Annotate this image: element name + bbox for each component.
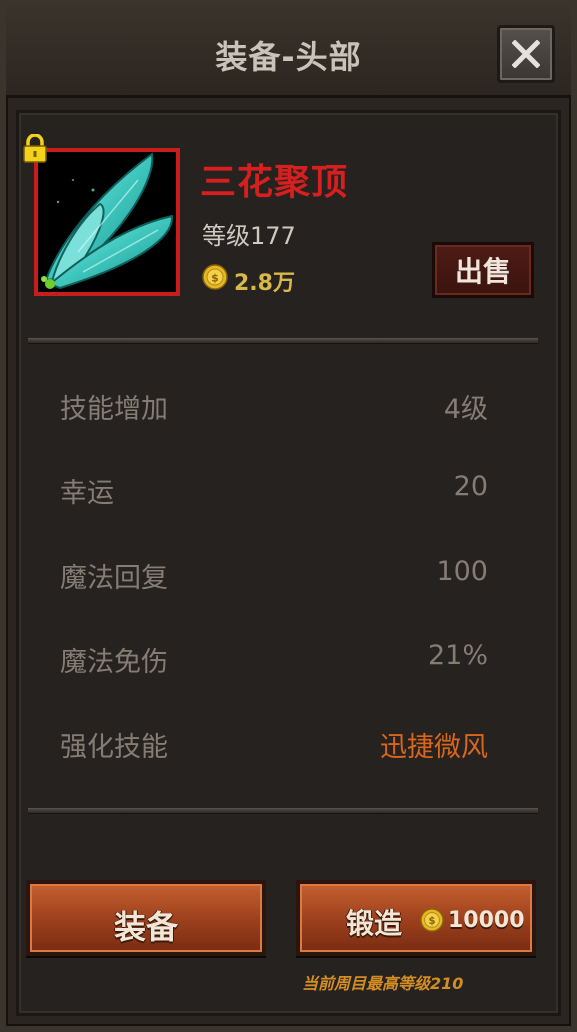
stat-value-luck: 20 xyxy=(453,471,488,502)
item-name: 三花聚顶 xyxy=(200,162,349,203)
stat-value-magic-resist: 21% xyxy=(427,640,488,671)
item-level: 等级177 xyxy=(202,222,296,250)
stat-label-enhanced-skill: 强化技能 xyxy=(60,732,168,763)
close-icon xyxy=(512,40,540,68)
forge-button[interactable]: 锻造 $ 10000 xyxy=(296,880,536,956)
stat-label-skill-bonus: 技能增加 xyxy=(60,394,168,425)
wing-headgear-icon xyxy=(41,152,174,290)
item-icon-slot[interactable] xyxy=(34,148,180,296)
max-level-note: 当前周目最高等级210 xyxy=(302,974,464,993)
lock-icon xyxy=(23,134,47,163)
stat-label-luck: 幸运 xyxy=(60,478,114,509)
coin-icon: $ xyxy=(420,908,444,932)
stat-value-skill-bonus: 4级 xyxy=(443,394,488,425)
stat-label-mana-regen: 魔法回复 xyxy=(60,563,168,594)
title-bar: 装备-头部 xyxy=(6,6,571,98)
equip-button-label: 装备 xyxy=(113,908,178,946)
stat-value-mana-regen: 100 xyxy=(436,556,488,587)
svg-text:$: $ xyxy=(428,916,435,927)
stat-label-magic-resist: 魔法免伤 xyxy=(60,647,168,678)
stat-value-enhanced-skill: 迅捷微风 xyxy=(380,732,488,763)
divider-top xyxy=(28,338,538,344)
equip-button[interactable]: 装备 xyxy=(26,880,266,956)
svg-text:$: $ xyxy=(211,272,219,285)
sell-button[interactable]: 出售 xyxy=(432,242,534,298)
close-button[interactable] xyxy=(497,25,555,83)
coin-icon: $ xyxy=(202,264,228,290)
divider-bottom xyxy=(28,808,538,814)
item-price: 2.8万 xyxy=(234,271,295,296)
forge-button-label: 锻造 xyxy=(346,907,403,940)
dialog-title: 装备-头部 xyxy=(215,38,362,76)
forge-cost: 10000 xyxy=(448,908,525,933)
